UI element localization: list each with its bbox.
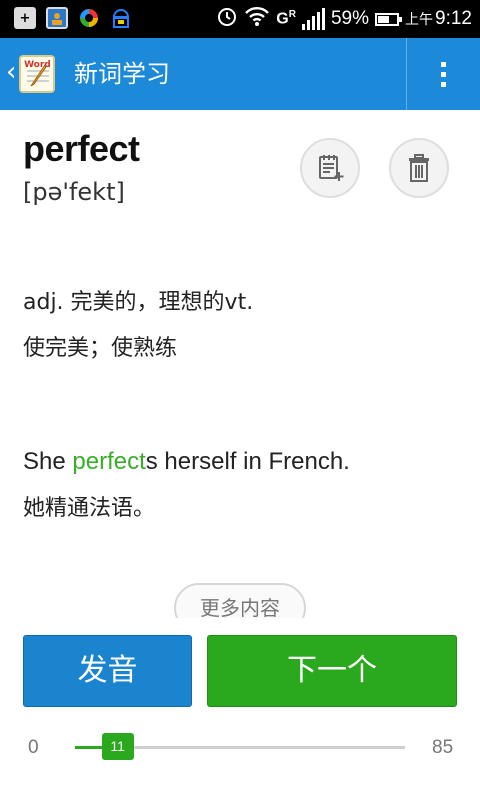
- word-phonetic: [pə'fekt]: [23, 178, 125, 206]
- overflow-menu-icon[interactable]: [407, 38, 480, 110]
- trash-icon: [409, 154, 429, 182]
- word-definition: adj. 完美的，理想的vt. 使完美；使熟练: [23, 290, 254, 361]
- example-highlight: perfect: [72, 448, 146, 475]
- action-bar: ‹ Word 新词学习: [0, 38, 480, 110]
- chevron-left-icon: ‹: [6, 57, 17, 87]
- network-type: GR: [276, 9, 296, 28]
- delete-button[interactable]: [389, 138, 449, 198]
- example-before: She: [23, 448, 73, 475]
- content-fade: [0, 618, 480, 634]
- clock: 上午 9:12: [405, 8, 472, 29]
- app-logo-icon: Word: [19, 55, 56, 93]
- add-to-notebook-button[interactable]: [300, 138, 360, 198]
- notification-icons: +: [14, 7, 132, 29]
- status-bar: + GR 59% 上午 9:12: [0, 0, 480, 38]
- android-bot-icon: [110, 7, 132, 29]
- signal-icon: [301, 8, 325, 30]
- notebook-add-icon: [319, 155, 344, 181]
- pronounce-button[interactable]: 发音: [23, 635, 192, 707]
- battery-percent: 59%: [330, 8, 370, 29]
- back-button[interactable]: ‹ Word: [0, 38, 70, 110]
- progress-min: 0: [28, 737, 39, 758]
- progress-max: 85: [432, 737, 454, 758]
- example-sentence-en: She perfects herself in French.: [23, 440, 350, 484]
- contact-card-icon: [46, 7, 68, 29]
- wifi-icon: [244, 5, 270, 33]
- example-sentence-cn: 她精通法语。: [23, 496, 156, 521]
- example-after: s herself in French.: [145, 448, 350, 475]
- next-button[interactable]: 下一个: [207, 635, 457, 707]
- system-status: GR 59% 上午 9:12: [216, 5, 472, 33]
- battery-icon: [375, 12, 403, 26]
- sync-app-icon: [78, 7, 100, 29]
- progress-thumb[interactable]: 11: [101, 733, 134, 760]
- alarm-clock-icon: [216, 5, 238, 33]
- word-title: perfect: [23, 128, 140, 169]
- page-title: 新词学习: [74, 60, 170, 88]
- plus-box-icon: +: [14, 7, 36, 29]
